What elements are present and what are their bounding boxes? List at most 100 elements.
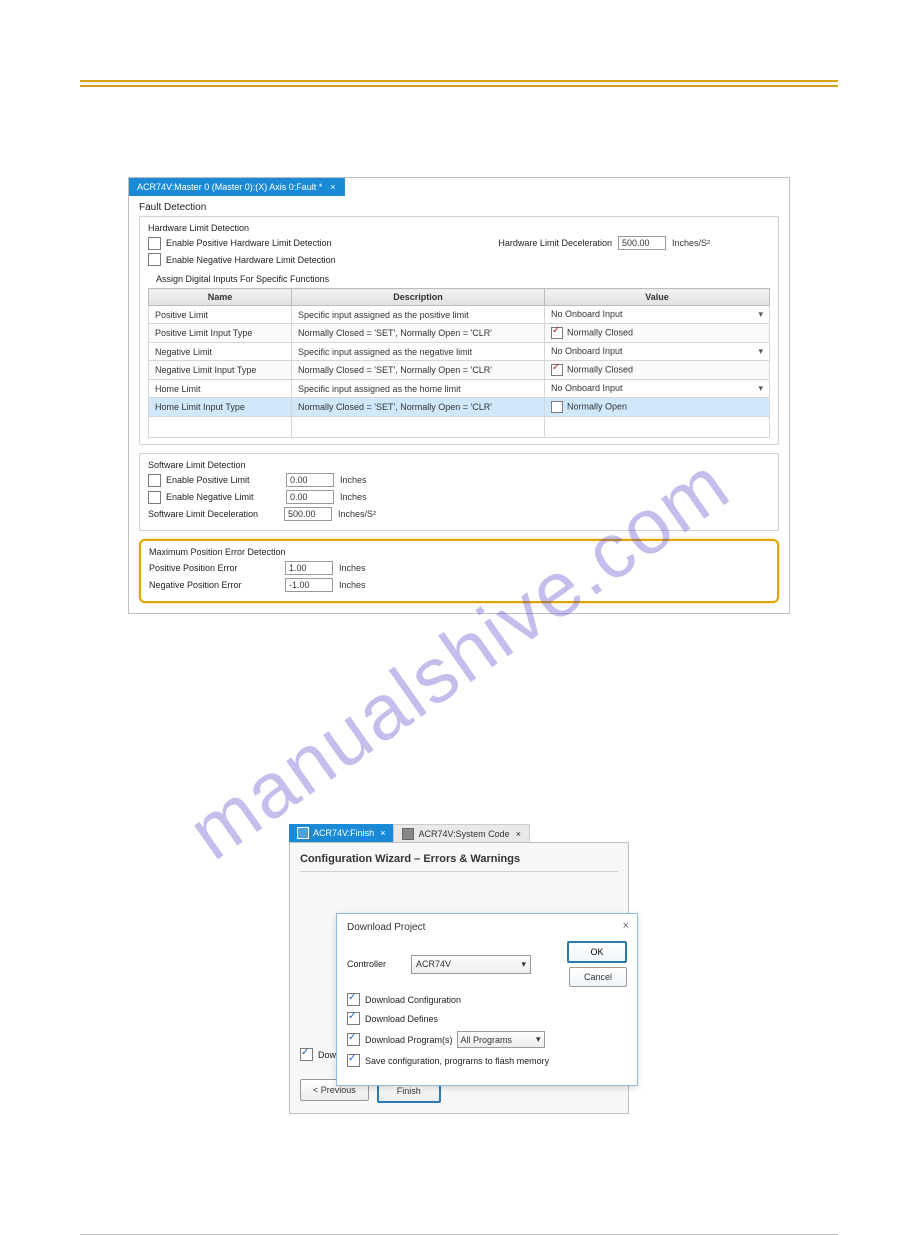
- sw-decel-input[interactable]: 500.00: [284, 507, 332, 521]
- col-description: Description: [292, 289, 545, 306]
- checkbox-hw-positive[interactable]: [148, 237, 161, 250]
- chevron-down-icon[interactable]: ▾: [758, 383, 763, 394]
- field-label: Negative Position Error: [149, 580, 285, 590]
- tab-finish[interactable]: ACR74V:Finish ×: [289, 824, 393, 842]
- unit-label: Inches/S²: [338, 509, 376, 519]
- value-text: No Onboard Input: [551, 383, 623, 393]
- cell-name: Home Limit Input Type: [149, 398, 292, 417]
- cell-value[interactable]: No Onboard Input ▾: [545, 306, 770, 324]
- table-row[interactable]: Positive Limit Input TypeNormally Closed…: [149, 324, 770, 343]
- checkbox-dl-defines[interactable]: [347, 1012, 360, 1025]
- digital-inputs-table: Name Description Value Positive LimitSpe…: [148, 288, 770, 438]
- close-icon[interactable]: ×: [516, 829, 521, 839]
- checkbox-icon[interactable]: [551, 364, 563, 376]
- table-row: [149, 417, 770, 438]
- value-text: No Onboard Input: [551, 346, 623, 356]
- value-text: Normally Open: [567, 401, 627, 411]
- mpe-pos-input[interactable]: 1.00: [285, 561, 333, 575]
- field-label: Positive Position Error: [149, 563, 285, 573]
- checkbox-label: Save configuration, programs to flash me…: [365, 1056, 549, 1066]
- checkbox-label: Download Defines: [365, 1014, 438, 1024]
- checkbox-dl-config[interactable]: [347, 993, 360, 1006]
- mpe-neg-input[interactable]: -1.00: [285, 578, 333, 592]
- cell-description: Specific input assigned as the home limi…: [292, 380, 545, 398]
- tab-label: ACR74V:System Code: [418, 829, 509, 839]
- subgroup-title: Assign Digital Inputs For Specific Funct…: [156, 274, 770, 284]
- hw-decel-input[interactable]: 500.00: [618, 236, 666, 250]
- checkbox-sw-negative[interactable]: [148, 491, 161, 504]
- divider: [300, 871, 618, 872]
- cell-description: Specific input assigned as the negative …: [292, 343, 545, 361]
- close-icon[interactable]: ×: [330, 182, 335, 192]
- checkbox-icon[interactable]: [551, 401, 563, 413]
- chevron-down-icon[interactable]: ▾: [758, 309, 763, 320]
- checkbox-sw-positive[interactable]: [148, 474, 161, 487]
- tab-icon: [402, 828, 414, 840]
- sw-neg-input[interactable]: 0.00: [286, 490, 334, 504]
- table-row[interactable]: Negative Limit Input TypeNormally Closed…: [149, 361, 770, 380]
- decorative-rule: [80, 80, 838, 82]
- hardware-limit-group: Hardware Limit Detection Enable Positive…: [139, 216, 779, 445]
- checkbox-icon[interactable]: [551, 327, 563, 339]
- unit-label: Inches: [339, 580, 366, 590]
- panel-title: Fault Detection: [139, 202, 779, 213]
- col-value: Value: [545, 289, 770, 306]
- tab-bar: ACR74V:Finish × ACR74V:System Code ×: [289, 824, 629, 842]
- checkbox-dl-programs[interactable]: [347, 1033, 360, 1046]
- table-row[interactable]: Home Limit Input TypeNormally Closed = '…: [149, 398, 770, 417]
- checkbox-save-flash[interactable]: [347, 1054, 360, 1067]
- group-title: Hardware Limit Detection: [148, 223, 770, 233]
- unit-label: Inches: [340, 475, 367, 485]
- cell-description: Normally Closed = 'SET', Normally Open =…: [292, 361, 545, 380]
- checkbox-dl-on-finish[interactable]: [300, 1048, 313, 1061]
- checkbox-label: Enable Negative Limit: [166, 492, 286, 502]
- checkbox-hw-negative[interactable]: [148, 253, 161, 266]
- chevron-down-icon[interactable]: ▾: [758, 346, 763, 357]
- tab-label: ACR74V:Finish: [313, 828, 374, 838]
- fault-detection-panel: ACR74V:Master 0 (Master 0):(X) Axis 0:Fa…: [128, 177, 790, 614]
- group-title: Maximum Position Error Detection: [149, 547, 769, 557]
- table-row[interactable]: Negative LimitSpecific input assigned as…: [149, 343, 770, 361]
- cancel-button[interactable]: Cancel: [569, 967, 627, 987]
- close-icon[interactable]: ×: [380, 828, 385, 838]
- select-value: ACR74V: [416, 959, 451, 969]
- dialog-title: Download Project: [347, 922, 627, 933]
- decorative-rule: [80, 85, 838, 87]
- programs-select[interactable]: All Programs ▾: [457, 1031, 545, 1048]
- cell-value[interactable]: No Onboard Input ▾: [545, 343, 770, 361]
- cell-name: Negative Limit Input Type: [149, 361, 292, 380]
- tab-label: ACR74V:Master 0 (Master 0):(X) Axis 0:Fa…: [137, 182, 322, 192]
- table-row[interactable]: Positive LimitSpecific input assigned as…: [149, 306, 770, 324]
- cell-name: Negative Limit: [149, 343, 292, 361]
- unit-label: Inches: [339, 563, 366, 573]
- ok-button[interactable]: OK: [567, 941, 627, 963]
- cell-value[interactable]: Normally Closed: [545, 361, 770, 380]
- tab-bar: ACR74V:Master 0 (Master 0):(X) Axis 0:Fa…: [129, 178, 789, 196]
- checkbox-label: Enable Positive Limit: [166, 475, 286, 485]
- sw-pos-input[interactable]: 0.00: [286, 473, 334, 487]
- controller-select[interactable]: ACR74V ▾: [411, 955, 531, 974]
- cell-description: Normally Closed = 'SET', Normally Open =…: [292, 398, 545, 417]
- field-label: Controller: [347, 959, 411, 969]
- cell-value[interactable]: Normally Open: [545, 398, 770, 417]
- wizard-title: Configuration Wizard – Errors & Warnings: [300, 853, 618, 865]
- col-name: Name: [149, 289, 292, 306]
- checkbox-label: Enable Negative Hardware Limit Detection: [166, 255, 336, 265]
- value-text: Normally Closed: [567, 327, 633, 337]
- cell-value[interactable]: No Onboard Input ▾: [545, 380, 770, 398]
- unit-label: Inches: [340, 492, 367, 502]
- checkbox-label: Enable Positive Hardware Limit Detection: [166, 238, 332, 248]
- tab-system-code[interactable]: ACR74V:System Code ×: [393, 824, 529, 842]
- field-label: Software Limit Deceleration: [148, 509, 284, 519]
- group-title: Software Limit Detection: [148, 460, 770, 470]
- cell-value[interactable]: Normally Closed: [545, 324, 770, 343]
- unit-label: Inches/S²: [672, 238, 710, 248]
- value-text: No Onboard Input: [551, 309, 623, 319]
- cell-description: Specific input assigned as the positive …: [292, 306, 545, 324]
- checkbox-label: Download Configuration: [365, 995, 461, 1005]
- select-value: All Programs: [461, 1035, 513, 1045]
- close-icon[interactable]: ×: [623, 920, 629, 932]
- table-row[interactable]: Home LimitSpecific input assigned as the…: [149, 380, 770, 398]
- tab-fault[interactable]: ACR74V:Master 0 (Master 0):(X) Axis 0:Fa…: [129, 178, 345, 196]
- value-text: Normally Closed: [567, 364, 633, 374]
